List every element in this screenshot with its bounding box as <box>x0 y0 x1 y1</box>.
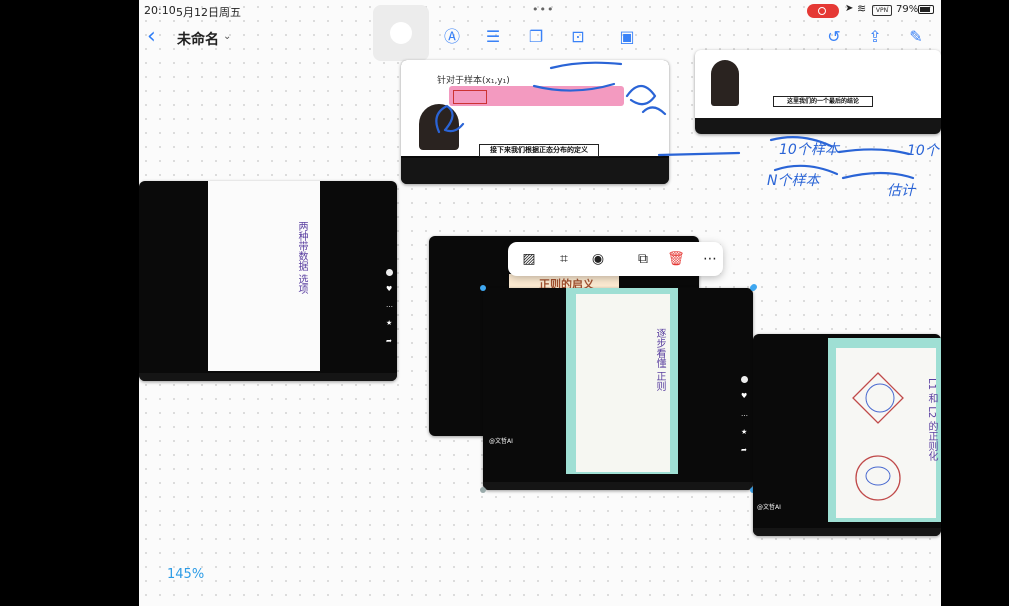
preview-eye-icon[interactable]: ◉ <box>587 248 609 270</box>
ink-note: 10个样本 <box>779 142 839 158</box>
image-context-menu: ▨ ⌗ ◉ ⧉ 🗑 ⋯ <box>508 242 723 276</box>
ink-note: N个样本 <box>767 173 820 189</box>
ink-note: 10个 <box>907 143 939 159</box>
image-icon[interactable]: ▨ <box>518 248 540 270</box>
more-icon[interactable]: ⋯ <box>699 248 721 270</box>
app-canvas[interactable]: 20:10 5月12日周五 ••• ➤ ≋ VPN 79% ‹ 未命名 ⌄ Ⓐ ☰… <box>139 0 941 606</box>
duplicate-icon[interactable]: ⧉ <box>632 248 654 270</box>
rotation-handle[interactable] <box>751 284 757 290</box>
delete-trash-icon[interactable]: 🗑 <box>665 248 687 270</box>
crop-icon[interactable]: ⌗ <box>553 248 575 270</box>
ink-note: 估计 <box>887 183 915 199</box>
ink-layer[interactable] <box>139 0 941 606</box>
zoom-level[interactable]: 145% <box>167 567 204 582</box>
